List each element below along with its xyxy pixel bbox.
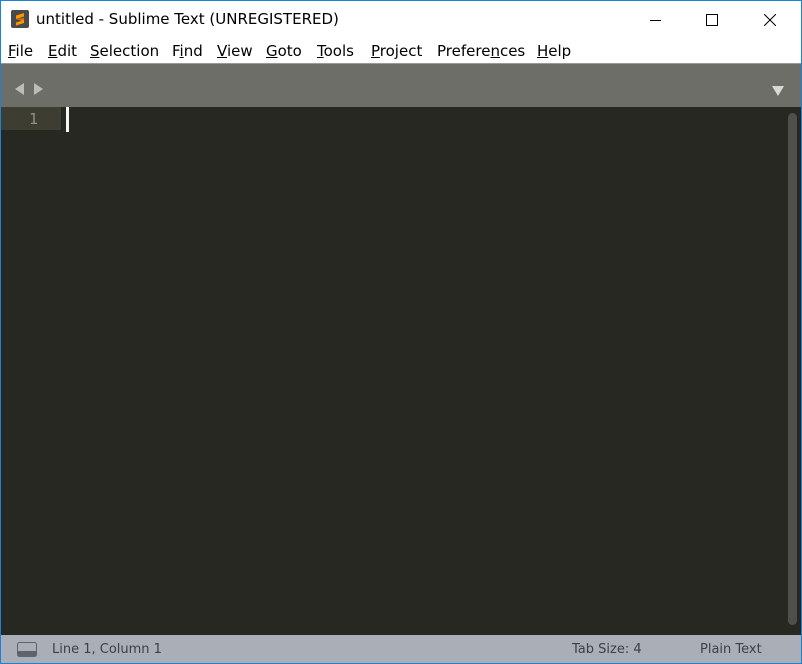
cursor-position: Line 1, Column 1 (52, 642, 162, 657)
tab-size-selector[interactable]: Tab Size: 4 (572, 642, 642, 657)
tab-next-button[interactable] (33, 80, 43, 99)
menu-view[interactable]: View (217, 42, 253, 60)
tab-prev-button[interactable] (15, 80, 25, 99)
syntax-selector[interactable]: Plain Text (700, 642, 762, 657)
menu-tools[interactable]: Tools (317, 42, 354, 60)
editor-area[interactable]: 1 (1, 107, 801, 635)
menu-edit[interactable]: Edit (48, 42, 77, 60)
triangle-right-icon (34, 83, 43, 95)
menu-bar: File Edit Selection Find View Goto Tools… (1, 38, 801, 63)
scrollbar-thumb[interactable] (788, 113, 797, 625)
window-title: untitled - Sublime Text (UNREGISTERED) (36, 10, 339, 28)
minimize-icon (650, 19, 661, 21)
panel-icon (17, 642, 37, 657)
menu-help[interactable]: Help (537, 42, 571, 60)
line-number: 1 (29, 110, 39, 128)
close-button[interactable] (747, 1, 793, 38)
minimize-button[interactable] (633, 1, 679, 38)
status-bar: Line 1, Column 1 Tab Size: 4 Plain Text (1, 635, 801, 663)
tab-bar (1, 63, 801, 107)
text-caret (66, 107, 69, 132)
gutter-active-line: 1 (1, 107, 61, 130)
vertical-scrollbar[interactable] (786, 107, 801, 635)
sublime-text-window: untitled - Sublime Text (UNREGISTERED) F… (0, 0, 802, 664)
menu-preferences[interactable]: Preferences (437, 42, 525, 60)
sublime-logo-icon (11, 10, 29, 28)
menu-selection[interactable]: Selection (90, 42, 159, 60)
maximize-button[interactable] (689, 1, 735, 38)
menu-file[interactable]: File (8, 42, 33, 60)
close-icon (764, 13, 776, 26)
triangle-down-icon (772, 86, 784, 96)
tab-list-button[interactable] (772, 81, 784, 100)
maximize-icon (706, 13, 718, 26)
panel-toggle-button[interactable] (17, 642, 37, 661)
menu-find[interactable]: Find (172, 42, 203, 60)
menu-goto[interactable]: Goto (266, 42, 302, 60)
menu-project[interactable]: Project (371, 42, 422, 60)
triangle-left-icon (15, 83, 24, 95)
title-bar[interactable]: untitled - Sublime Text (UNREGISTERED) (1, 1, 801, 38)
